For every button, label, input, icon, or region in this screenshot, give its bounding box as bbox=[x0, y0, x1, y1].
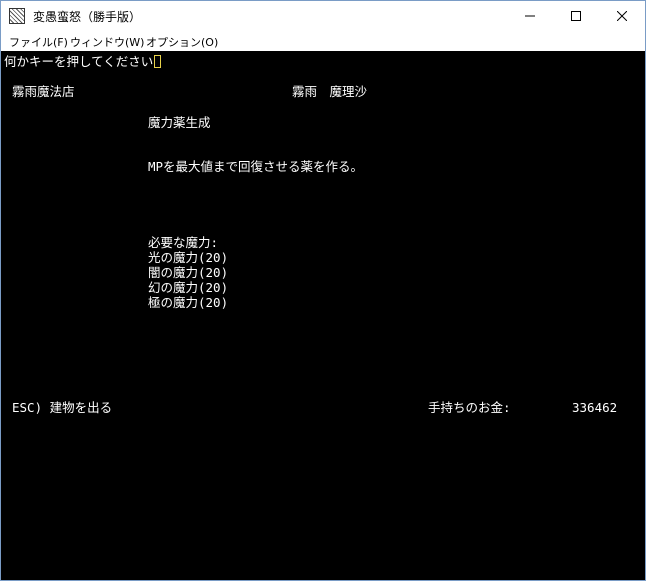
text-cursor bbox=[154, 55, 162, 68]
title-bar[interactable]: 変愚蛮怒（勝手版） bbox=[1, 1, 645, 31]
prompt-line: 何かキーを押してください bbox=[4, 54, 162, 69]
menu-window[interactable]: ウィンドウ(W) bbox=[70, 34, 144, 50]
item-description: MPを最大値まで回復させる薬を作る。 bbox=[148, 159, 364, 174]
menu-options[interactable]: オプション(O) bbox=[146, 34, 218, 50]
minimize-icon bbox=[525, 15, 535, 17]
game-terminal[interactable]: 何かキーを押してください 霧雨魔法店 霧雨 魔理沙 魔力薬生成 MPを最大値まで… bbox=[1, 51, 645, 580]
requirement-item: 光の魔力(20) bbox=[148, 250, 229, 265]
close-button[interactable] bbox=[599, 1, 645, 31]
gold-value: 336462 bbox=[572, 400, 618, 415]
app-window: 変愚蛮怒（勝手版） ファイル(F) ウィンドウ(W) オプション(O) 何かキー… bbox=[0, 0, 646, 581]
requirements-header: 必要な魔力: bbox=[148, 235, 219, 250]
menu-bar: ファイル(F) ウィンドウ(W) オプション(O) bbox=[1, 31, 645, 51]
exit-hint: ESC) 建物を出る bbox=[12, 400, 113, 415]
minimize-button[interactable] bbox=[507, 1, 553, 31]
prompt-text: 何かキーを押してください bbox=[4, 54, 154, 69]
item-name: 魔力薬生成 bbox=[148, 115, 211, 130]
shop-name: 霧雨魔法店 bbox=[12, 84, 75, 99]
requirement-item: 闇の魔力(20) bbox=[148, 265, 229, 280]
app-icon[interactable] bbox=[9, 8, 25, 24]
maximize-icon bbox=[571, 11, 581, 21]
shop-owner: 霧雨 魔理沙 bbox=[292, 84, 368, 99]
window-title: 変愚蛮怒（勝手版） bbox=[33, 10, 142, 24]
maximize-button[interactable] bbox=[553, 1, 599, 31]
close-icon bbox=[617, 11, 627, 21]
menu-file[interactable]: ファイル(F) bbox=[9, 34, 68, 50]
requirement-item: 極の魔力(20) bbox=[148, 295, 229, 310]
gold-label: 手持ちのお金: bbox=[428, 400, 511, 415]
requirement-item: 幻の魔力(20) bbox=[148, 280, 229, 295]
